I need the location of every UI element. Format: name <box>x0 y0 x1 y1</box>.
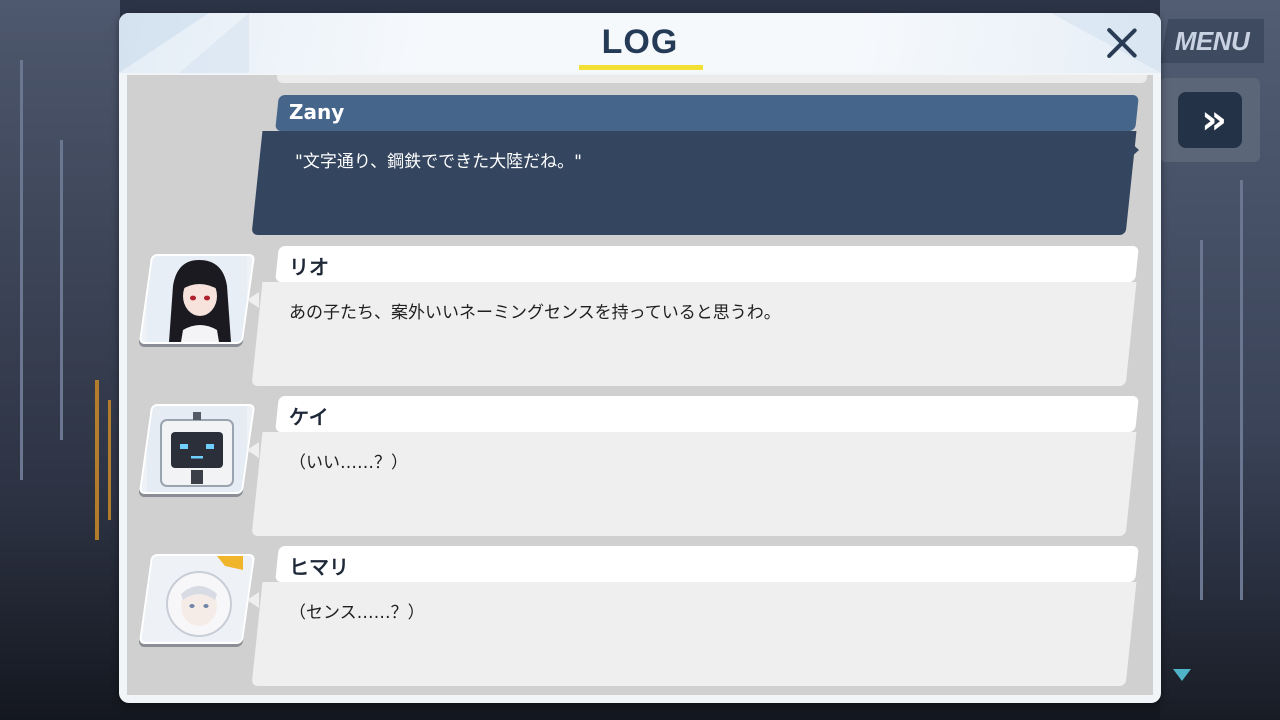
himari-portrait <box>147 556 247 642</box>
log-entry: ケイ （いい……？） <box>127 396 1153 541</box>
speaker-name: ヒマリ <box>289 555 349 579</box>
speaker-name: リオ <box>289 255 329 279</box>
log-entry: ヒマリ （センス……？） <box>127 546 1153 691</box>
log-entry: Zany "文字通り、鋼鉄でできた大陸だね。" <box>127 95 1153 240</box>
title-underline <box>579 65 703 70</box>
speaker-name: Zany <box>289 100 345 124</box>
avatar <box>138 554 256 644</box>
log-header: LOG <box>119 13 1161 73</box>
avatar <box>138 404 256 494</box>
background-line <box>1200 240 1203 600</box>
rio-portrait <box>147 256 247 342</box>
speaker-name-bar <box>275 246 1139 282</box>
speech-tail <box>1129 141 1139 159</box>
background-light <box>108 400 111 520</box>
kei-portrait <box>147 406 247 492</box>
dialogue-text: （センス……？） <box>289 603 425 623</box>
background-light <box>95 380 99 540</box>
log-list[interactable]: Zany "文字通り、鋼鉄でできた大陸だね。" リオ あの子たち、案外いいネーミ… <box>127 75 1153 695</box>
skip-button[interactable]: » <box>1160 78 1260 162</box>
speaker-name: ケイ <box>289 405 329 429</box>
close-icon[interactable] <box>1102 23 1142 63</box>
previous-entry-edge <box>277 75 1147 83</box>
log-window: LOG Zany "文字通り、鋼鉄でできた大陸だね。" リオ あの子たち、案外い… <box>119 13 1161 703</box>
chevron-down-icon[interactable] <box>1173 669 1191 681</box>
speech-tail <box>247 592 259 608</box>
background-line <box>1240 180 1243 600</box>
speaker-name-bar <box>275 546 1139 582</box>
fast-forward-icon: » <box>1178 92 1242 148</box>
menu-button[interactable]: MENU <box>1160 19 1264 63</box>
dialogue-text: あの子たち、案外いいネーミングセンスを持っていると思うわ。 <box>289 303 781 323</box>
dialogue-text: "文字通り、鋼鉄でできた大陸だね。" <box>295 152 582 172</box>
speech-tail <box>247 442 259 458</box>
background-line <box>20 60 23 480</box>
avatar <box>138 254 256 344</box>
speaker-name-bar <box>275 396 1139 432</box>
background-line <box>60 140 63 440</box>
dialogue-text: （いい……？） <box>289 453 408 473</box>
log-entry: リオ あの子たち、案外いいネーミングセンスを持っていると思うわ。 <box>127 246 1153 391</box>
speaker-name-bar <box>275 95 1139 131</box>
page-title: LOG <box>601 23 679 61</box>
speech-tail <box>247 292 259 308</box>
